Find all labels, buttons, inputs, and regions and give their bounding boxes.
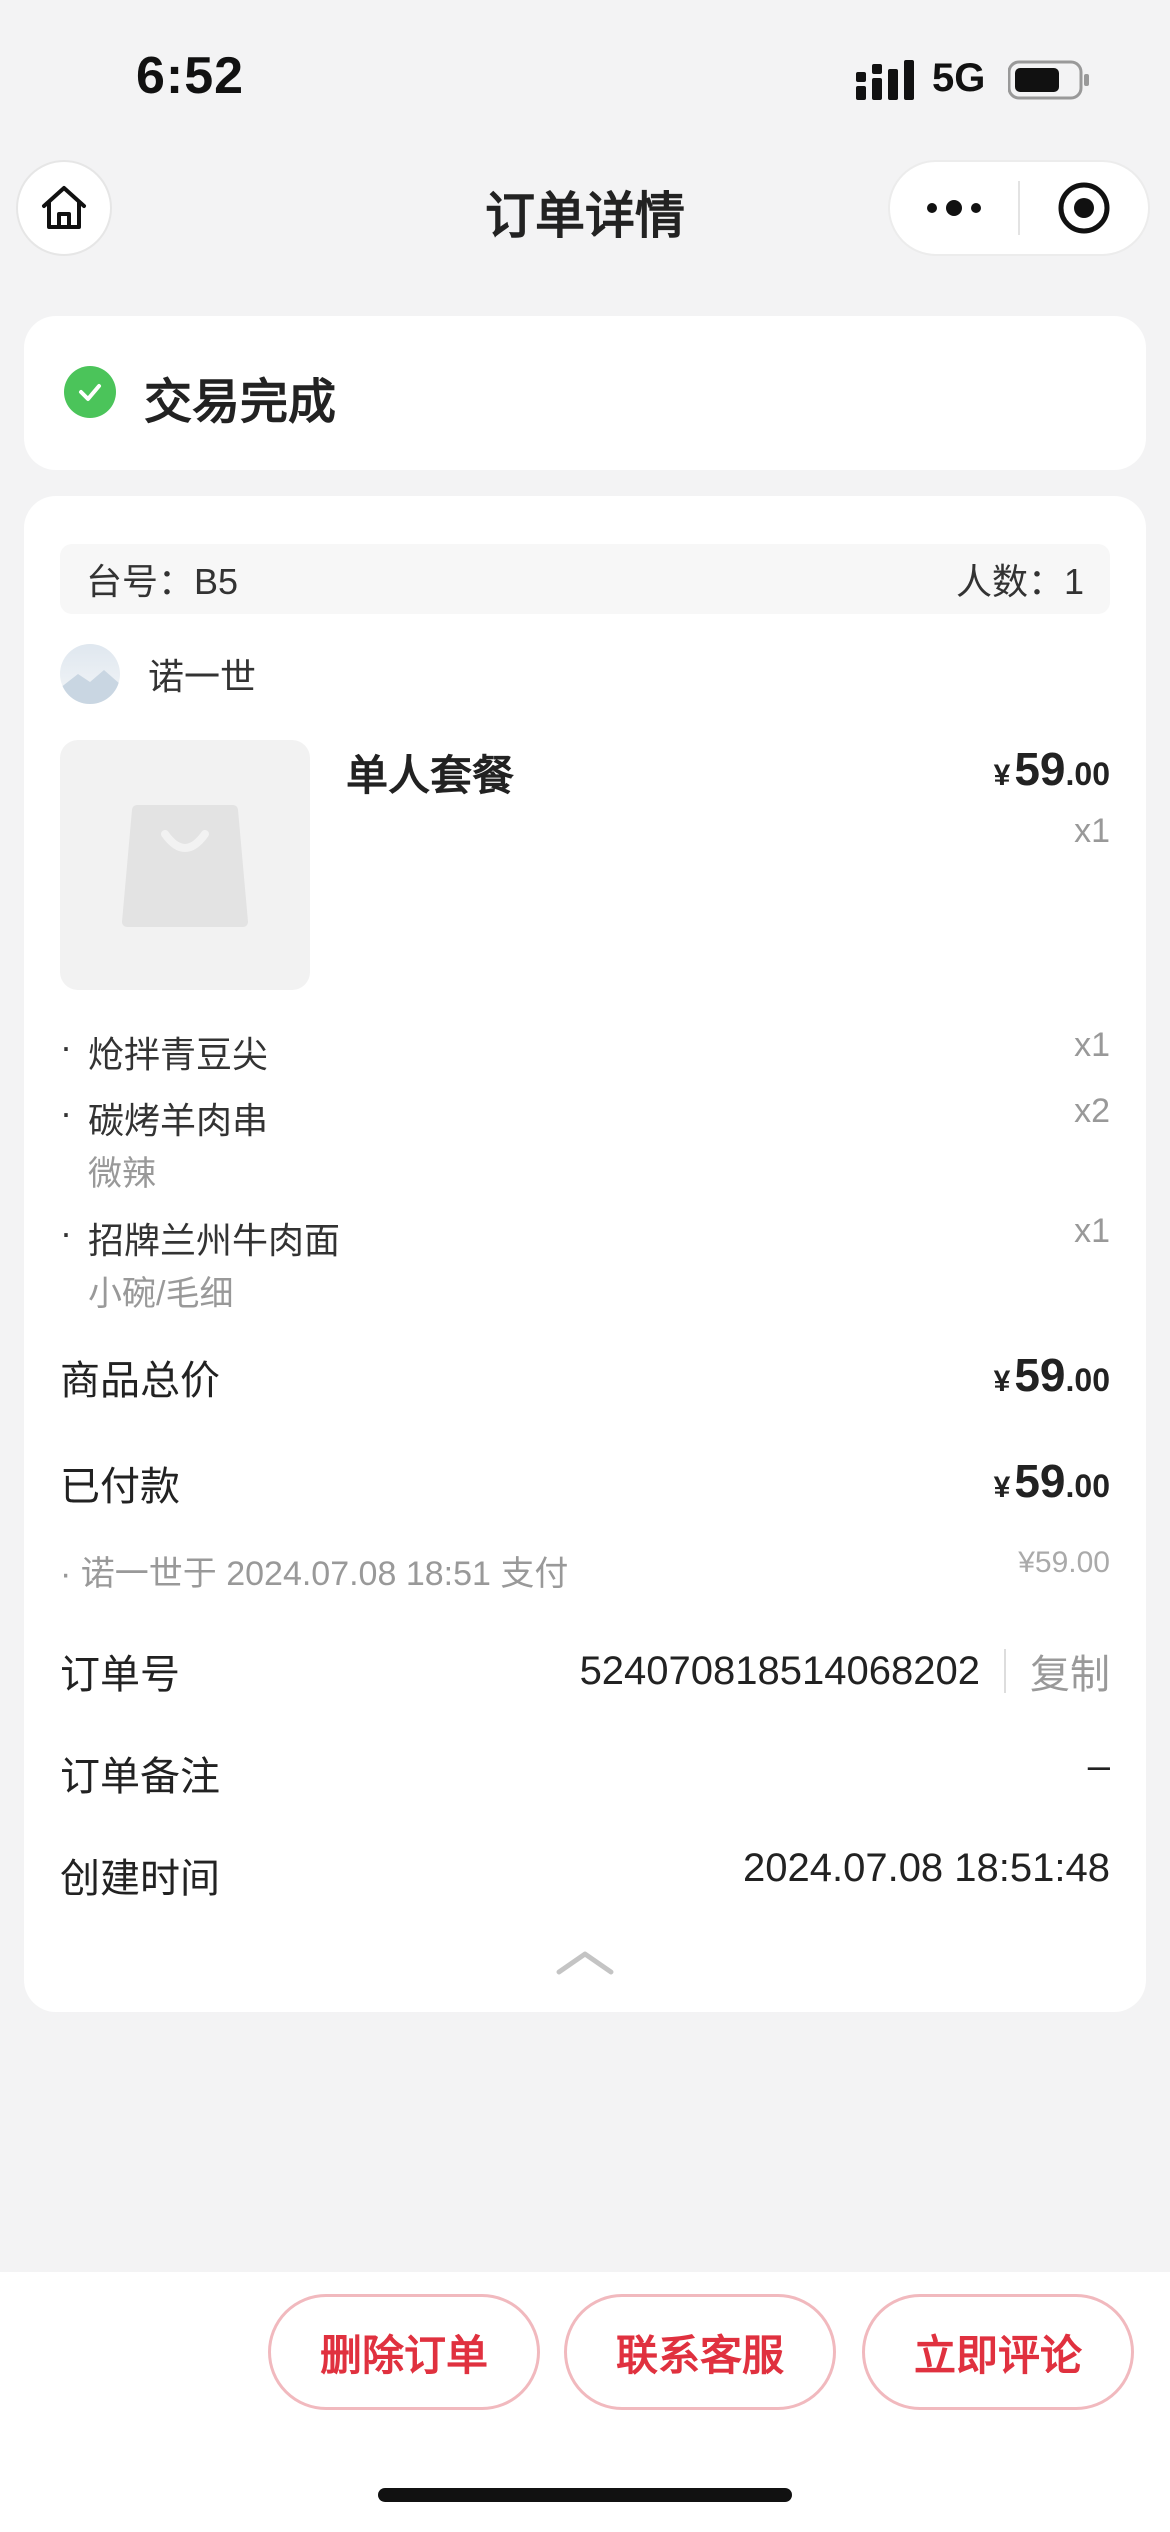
order-number-label: 订单号 xyxy=(60,1653,180,1697)
status-bar: 6:52 5G xyxy=(0,0,1170,150)
target-icon xyxy=(1058,182,1110,234)
created-time-label: 创建时间 xyxy=(60,1857,220,1901)
more-icon xyxy=(927,200,981,216)
success-check-icon xyxy=(64,366,116,418)
shop-name: 诺一世 xyxy=(148,656,257,697)
home-indicator xyxy=(378,2488,792,2502)
total-price: ¥59.00 xyxy=(993,1349,1110,1401)
signal-icon xyxy=(856,60,914,100)
mini-program-capsule xyxy=(888,160,1150,256)
order-number-row: 524070818514068202 复制 xyxy=(580,1642,1110,1700)
table-info-bar: 台号：B5 人数：1 xyxy=(60,544,1110,614)
table-number: 台号：B5 xyxy=(86,561,239,602)
shopping-bag-icon xyxy=(122,805,248,927)
shop-row[interactable]: 诺一世 xyxy=(60,644,256,704)
contact-service-button[interactable]: 联系客服 xyxy=(564,2294,836,2410)
people-count: 人数：1 xyxy=(955,561,1084,602)
order-detail-card: 台号：B5 人数：1 诺一世 单人套餐 ¥59.00 x1 · 炝拌青豆尖 x1… xyxy=(24,496,1146,2012)
payment-note-amount: ¥59.00 xyxy=(1018,1546,1110,1579)
remark-label: 订单备注 xyxy=(60,1755,220,1799)
product-price: ¥59.00 xyxy=(993,743,1110,795)
divider xyxy=(1004,1649,1006,1693)
product-qty: x1 xyxy=(1074,812,1110,850)
delete-order-button[interactable]: 删除订单 xyxy=(268,2294,540,2410)
payment-note: · 诺一世于 2024.07.08 18:51 支付 xyxy=(60,1555,569,1593)
order-status-text: 交易完成 xyxy=(144,376,337,429)
order-status-card: 交易完成 xyxy=(24,316,1146,470)
network-label: 5G xyxy=(932,56,986,100)
paid-label: 已付款 xyxy=(60,1465,180,1509)
close-miniprogram-button[interactable] xyxy=(1020,162,1148,254)
copy-button[interactable]: 复制 xyxy=(1030,1642,1110,1700)
more-button[interactable] xyxy=(890,162,1018,254)
status-time: 6:52 xyxy=(136,47,245,105)
created-time-value: 2024.07.08 18:51:48 xyxy=(742,1846,1110,1890)
total-label: 商品总价 xyxy=(60,1359,220,1403)
review-button[interactable]: 立即评论 xyxy=(862,2294,1134,2410)
remark-value: – xyxy=(1087,1744,1110,1788)
chevron-up-icon[interactable] xyxy=(553,1944,617,1978)
order-number: 524070818514068202 xyxy=(579,1648,980,1693)
paid-price: ¥59.00 xyxy=(993,1455,1110,1507)
product-name: 单人套餐 xyxy=(346,752,515,799)
battery-icon xyxy=(1008,60,1089,100)
shop-avatar xyxy=(60,644,120,704)
product-image-placeholder xyxy=(60,740,310,990)
